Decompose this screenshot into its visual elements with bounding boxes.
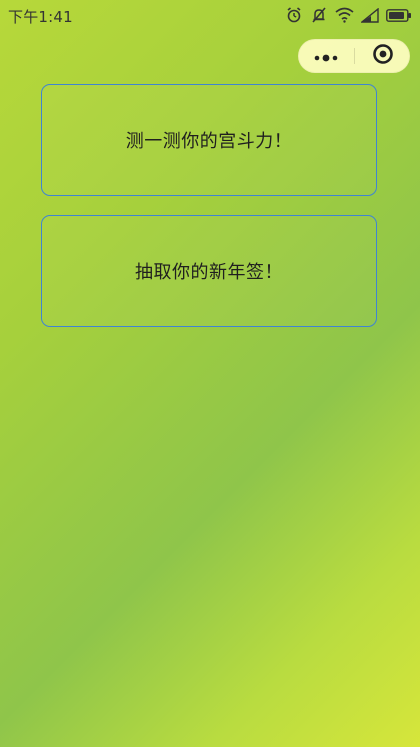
close-miniprogram-button[interactable] (355, 39, 410, 73)
mute-icon (310, 6, 328, 24)
new-year-fortune-button[interactable]: 抽取你的新年签！ (41, 215, 377, 327)
target-close-icon (372, 43, 394, 69)
palace-fight-test-button[interactable]: 测一测你的宫斗力！ (41, 84, 377, 196)
signal-icon (361, 7, 379, 23)
new-year-fortune-label: 抽取你的新年签！ (135, 262, 283, 283)
more-button[interactable] (298, 39, 354, 73)
alarm-icon (285, 6, 303, 24)
miniprogram-capsule (298, 39, 410, 73)
more-dots-icon (314, 47, 338, 66)
status-bar: 下午1:41 (0, 0, 420, 30)
wifi-icon (335, 7, 354, 23)
battery-icon (386, 8, 412, 22)
palace-fight-test-label: 测一测你的宫斗力！ (125, 131, 293, 152)
status-time: 下午1:41 (8, 8, 73, 26)
status-icons (285, 6, 412, 24)
